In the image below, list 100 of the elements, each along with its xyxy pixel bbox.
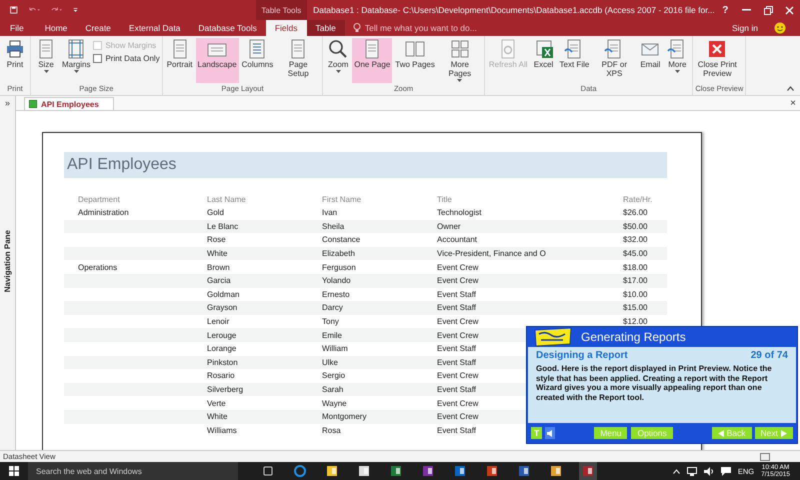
context-tab-label: Table Tools bbox=[261, 6, 302, 14]
collapse-ribbon-icon[interactable] bbox=[787, 86, 794, 91]
report-title: API Employees bbox=[67, 156, 176, 174]
ribbon-tab[interactable]: Home bbox=[36, 20, 76, 36]
table-cell: Lorange bbox=[207, 344, 236, 354]
table-cell: Sergio bbox=[322, 371, 346, 380]
table-cell: $26.00 bbox=[623, 208, 648, 218]
expand-pane-button[interactable]: » bbox=[4, 96, 10, 110]
ribbon-button[interactable]: Print bbox=[2, 38, 28, 83]
progress-counter: 29 of 74 bbox=[750, 350, 788, 361]
ribbon-button[interactable]: Landscape bbox=[196, 38, 239, 83]
ribbon-button[interactable]: PDF or XPS bbox=[592, 38, 636, 83]
browser-icon[interactable] bbox=[291, 462, 309, 480]
message-icon[interactable] bbox=[720, 466, 731, 476]
table-cell: Vice-President, Finance and O bbox=[437, 249, 546, 258]
ribbon-button[interactable]: Margins bbox=[60, 38, 92, 83]
table-cell: Constance bbox=[322, 235, 360, 244]
ribbon-button[interactable]: More Pages bbox=[438, 38, 482, 83]
table-cell: Accountant bbox=[437, 235, 478, 244]
column-header: Last Name bbox=[207, 195, 246, 204]
table-cell: Event Staff bbox=[437, 426, 476, 435]
ribbon-button[interactable]: Page Setup bbox=[276, 38, 320, 83]
table-cell: Event Staff bbox=[437, 358, 476, 367]
ribbon-button[interactable]: One Page bbox=[352, 38, 392, 83]
table-cell: Rosario bbox=[207, 371, 235, 380]
table-cell: $17.00 bbox=[623, 276, 648, 286]
ribbon-button[interactable]: Two Pages bbox=[393, 38, 437, 83]
ribbon-button[interactable]: Excel bbox=[530, 38, 557, 83]
smiley-icon[interactable] bbox=[774, 22, 786, 34]
table-cell: Brown bbox=[207, 262, 230, 272]
table-cell: Lenoir bbox=[207, 317, 230, 326]
table-cell: Wayne bbox=[322, 398, 347, 408]
table-cell: Event Crew bbox=[437, 398, 478, 408]
table-cell: Ferguson bbox=[322, 262, 356, 272]
table-cell: Sheila bbox=[322, 222, 344, 231]
ribbon-button[interactable]: Close Print Preview bbox=[695, 38, 740, 83]
lightbulb-icon[interactable] bbox=[352, 23, 361, 33]
navigation-pane[interactable]: » Navigation Pane bbox=[0, 96, 16, 450]
ribbon-button[interactable]: Size bbox=[33, 38, 59, 83]
table-cell: Lerouge bbox=[207, 330, 236, 340]
close-document-button[interactable]: × bbox=[790, 98, 796, 108]
tell-me-field[interactable]: Tell me what you want to do... bbox=[364, 23, 545, 33]
navigation-pane-label: Navigation Pane bbox=[3, 230, 12, 292]
ribbon-button[interactable]: Portrait bbox=[164, 38, 194, 83]
column-header: First Name bbox=[322, 195, 362, 204]
checkbox[interactable]: Print Data Only bbox=[93, 54, 160, 63]
spreadsheet-icon bbox=[534, 39, 554, 59]
sign-in-link[interactable]: Sign in bbox=[732, 20, 758, 36]
table-cell: Garcia bbox=[207, 276, 231, 286]
table-cell: Event Crew bbox=[437, 276, 478, 286]
sound-button[interactable] bbox=[545, 427, 556, 439]
save-icon[interactable] bbox=[10, 4, 18, 16]
chevron-up-icon[interactable] bbox=[672, 468, 680, 474]
table-cell: Ulke bbox=[322, 358, 338, 367]
file-tab[interactable]: File bbox=[0, 20, 36, 36]
ribbon-button[interactable]: Email bbox=[637, 38, 664, 83]
table-cell: $45.00 bbox=[623, 249, 648, 258]
minimize-icon bbox=[742, 9, 752, 11]
table-cell: White bbox=[207, 412, 228, 422]
customize-caret-icon[interactable] bbox=[72, 6, 78, 14]
table-cell: Elizabeth bbox=[322, 249, 355, 258]
table-cell: Rose bbox=[207, 235, 226, 244]
ribbon-tab[interactable]: External Data bbox=[120, 20, 190, 36]
network-icon[interactable] bbox=[686, 466, 697, 476]
table-cell: Sarah bbox=[322, 385, 344, 394]
close-icon bbox=[784, 6, 794, 14]
report-icon bbox=[29, 100, 37, 108]
ribbon-tab[interactable]: Database Tools bbox=[189, 20, 266, 36]
ribbon-button[interactable]: Columns bbox=[240, 38, 276, 83]
column-header: Department bbox=[78, 195, 120, 204]
ribbon-tab[interactable]: Fields bbox=[266, 20, 307, 36]
table-cell: Ernesto bbox=[322, 290, 350, 299]
taskbar-search-field[interactable]: Search the web and Windows bbox=[28, 462, 238, 480]
volume-icon[interactable] bbox=[704, 466, 714, 476]
view-icon[interactable] bbox=[760, 452, 770, 460]
table-cell: Event Staff bbox=[437, 344, 476, 354]
table-cell: $32.00 bbox=[623, 235, 648, 244]
table-cell: Goldman bbox=[207, 290, 240, 299]
table-cell: Darcy bbox=[322, 303, 343, 312]
ribbon-button[interactable]: More bbox=[664, 38, 690, 83]
table-cell: Owner bbox=[437, 222, 461, 231]
table-cell: $10.00 bbox=[623, 290, 648, 299]
table-cell: Silverberg bbox=[207, 385, 244, 394]
table-cell: Operations bbox=[78, 262, 118, 272]
document-tab[interactable]: API Employees bbox=[24, 97, 114, 110]
ribbon-tab[interactable]: Create bbox=[76, 20, 120, 36]
right-triangle-icon bbox=[781, 430, 787, 436]
ribbon-tab[interactable]: Table bbox=[306, 20, 345, 36]
table-cell: Administration bbox=[78, 208, 129, 218]
close-icon bbox=[707, 39, 728, 59]
table-cell: Le Blanc bbox=[207, 222, 238, 231]
table-cell: Gold bbox=[207, 208, 224, 218]
ribbon-button[interactable]: Text File bbox=[558, 38, 592, 83]
left-triangle-icon bbox=[718, 430, 724, 436]
table-cell: Event Crew bbox=[437, 330, 478, 340]
table-cell: Verte bbox=[207, 398, 226, 408]
help-button[interactable]: ? bbox=[714, 0, 736, 20]
ribbon-button[interactable]: Zoom bbox=[325, 38, 352, 83]
table-cell: $18.00 bbox=[623, 262, 648, 272]
table-cell: Event Crew bbox=[437, 412, 478, 422]
